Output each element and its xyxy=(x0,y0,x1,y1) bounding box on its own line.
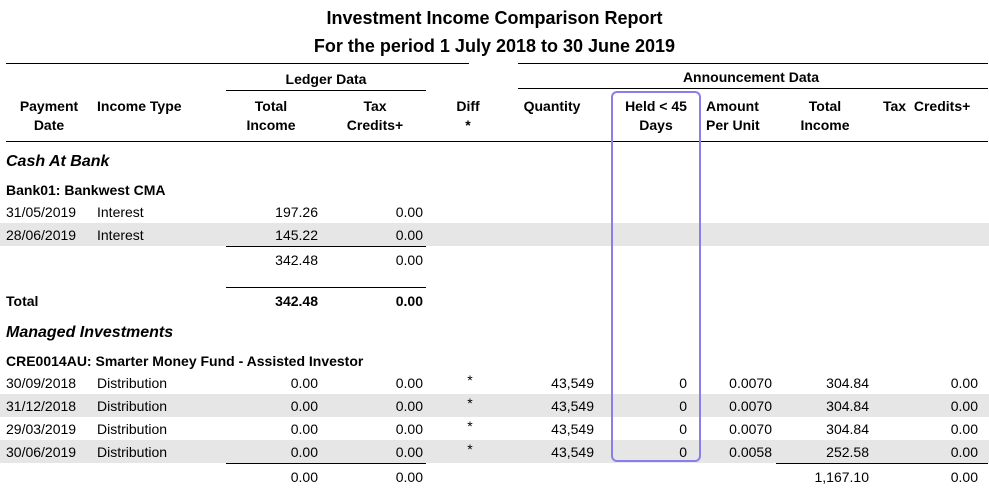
col-total-income-2: Income xyxy=(246,117,296,133)
row-quantity: 43,549 xyxy=(551,398,594,414)
row-quantity: 43,549 xyxy=(551,444,594,460)
row-quantity: 43,549 xyxy=(551,375,594,391)
col-diff-2: * xyxy=(465,117,471,133)
row-income-type: Interest xyxy=(97,227,144,243)
row-tax-credits: 0.00 xyxy=(395,375,423,391)
total-label: Total xyxy=(6,293,39,309)
row-tax-credits: 0.00 xyxy=(395,398,423,414)
announcement-data-header: Announcement Data xyxy=(682,69,820,85)
row-tax-credits: 0.00 xyxy=(395,204,423,220)
row-date: 30/09/2018 xyxy=(6,375,77,391)
row-total-income: 0.00 xyxy=(290,444,318,460)
row-total-income: 0.00 xyxy=(290,398,318,414)
row-ann-total-income: 304.84 xyxy=(826,375,869,391)
col-ann-tax-credits: Tax Credits+ xyxy=(883,98,971,114)
row-total-income: 145.22 xyxy=(275,227,318,243)
row-amount-per-unit: 0.0070 xyxy=(729,375,772,391)
col-ann-total-2: Income xyxy=(800,117,850,133)
row-ann-tax-credits: 0.00 xyxy=(950,375,978,391)
col-quantity: Quantity xyxy=(523,98,581,114)
row-amount-per-unit: 0.0058 xyxy=(729,444,772,460)
row-income-type: Distribution xyxy=(97,398,168,414)
section-cash-at-bank: Cash At Bank xyxy=(6,153,110,170)
subtotal-tax-credits: 0.00 xyxy=(395,252,423,268)
subtotal-rule xyxy=(226,246,426,247)
row-income-type: Interest xyxy=(97,204,144,220)
col-income-type: Income Type xyxy=(97,98,182,114)
row-shading xyxy=(0,223,989,246)
subtotal-tax-credits: 0.00 xyxy=(395,469,423,485)
report-title: Investment Income Comparison Report xyxy=(326,8,663,28)
header-rule xyxy=(6,141,988,142)
row-diff: * xyxy=(467,372,473,388)
row-ann-total-income: 304.84 xyxy=(826,421,869,437)
row-ann-total-income: 304.84 xyxy=(826,398,869,414)
row-diff: * xyxy=(467,441,473,457)
subtotal-rule xyxy=(226,463,426,464)
row-ann-total-income: 252.58 xyxy=(826,444,869,460)
row-tax-credits: 0.00 xyxy=(395,227,423,243)
subtotal-total-income: 0.00 xyxy=(290,469,318,485)
row-date: 29/03/2019 xyxy=(6,421,77,437)
row-ann-tax-credits: 0.00 xyxy=(950,421,978,437)
row-ann-tax-credits: 0.00 xyxy=(950,444,978,460)
col-payment-date-1: Payment xyxy=(19,98,79,114)
row-total-income: 0.00 xyxy=(290,421,318,437)
row-ann-tax-credits: 0.00 xyxy=(950,398,978,414)
col-total-income-1: Total xyxy=(254,98,288,114)
subtotal-total-income: 342.48 xyxy=(275,252,318,268)
row-date: 31/12/2018 xyxy=(6,398,77,414)
total-tax-credits: 0.00 xyxy=(395,293,423,309)
row-diff: * xyxy=(467,418,473,434)
col-tax-credits-1: Tax xyxy=(363,98,387,114)
row-total-income: 197.26 xyxy=(275,204,318,220)
row-diff: * xyxy=(467,395,473,411)
row-total-income: 0.00 xyxy=(290,375,318,391)
col-ann-total-1: Total xyxy=(808,98,842,114)
col-amount-2: Per Unit xyxy=(706,117,760,133)
account-cre0014au: CRE0014AU: Smarter Money Fund - Assisted… xyxy=(6,353,364,369)
announcement-data-rule xyxy=(518,88,988,89)
col-payment-date-2: Date xyxy=(33,117,65,133)
row-quantity: 43,549 xyxy=(551,421,594,437)
row-income-type: Distribution xyxy=(97,444,168,460)
row-income-type: Distribution xyxy=(97,421,168,437)
col-tax-credits-2: Credits+ xyxy=(346,117,404,133)
top-rule-right xyxy=(518,63,988,64)
top-rule-left xyxy=(6,63,469,64)
row-date: 30/06/2019 xyxy=(6,444,77,460)
row-amount-per-unit: 0.0070 xyxy=(729,421,772,437)
row-income-type: Distribution xyxy=(97,375,168,391)
row-tax-credits: 0.00 xyxy=(395,421,423,437)
row-date: 31/05/2019 xyxy=(6,204,77,220)
ledger-data-rule xyxy=(226,90,426,91)
account-bank01: Bank01: Bankwest CMA xyxy=(6,182,166,198)
ledger-data-header: Ledger Data xyxy=(285,71,367,87)
subtotal-ann-total-income: 1,167.10 xyxy=(814,469,870,485)
held-column-highlight xyxy=(611,91,701,462)
subtotal-ann-tax-credits: 0.00 xyxy=(950,469,978,485)
col-diff-1: Diff xyxy=(456,98,480,114)
row-tax-credits: 0.00 xyxy=(395,444,423,460)
section-managed-investments: Managed Investments xyxy=(6,324,174,341)
col-amount-1: Amount xyxy=(706,98,759,114)
ann-subtotal-rule xyxy=(776,463,988,464)
total-total-income: 342.48 xyxy=(275,293,318,309)
total-rule xyxy=(226,287,426,288)
row-date: 28/06/2019 xyxy=(6,227,77,243)
report-subtitle: For the period 1 July 2018 to 30 June 20… xyxy=(313,36,676,56)
row-amount-per-unit: 0.0070 xyxy=(729,398,772,414)
